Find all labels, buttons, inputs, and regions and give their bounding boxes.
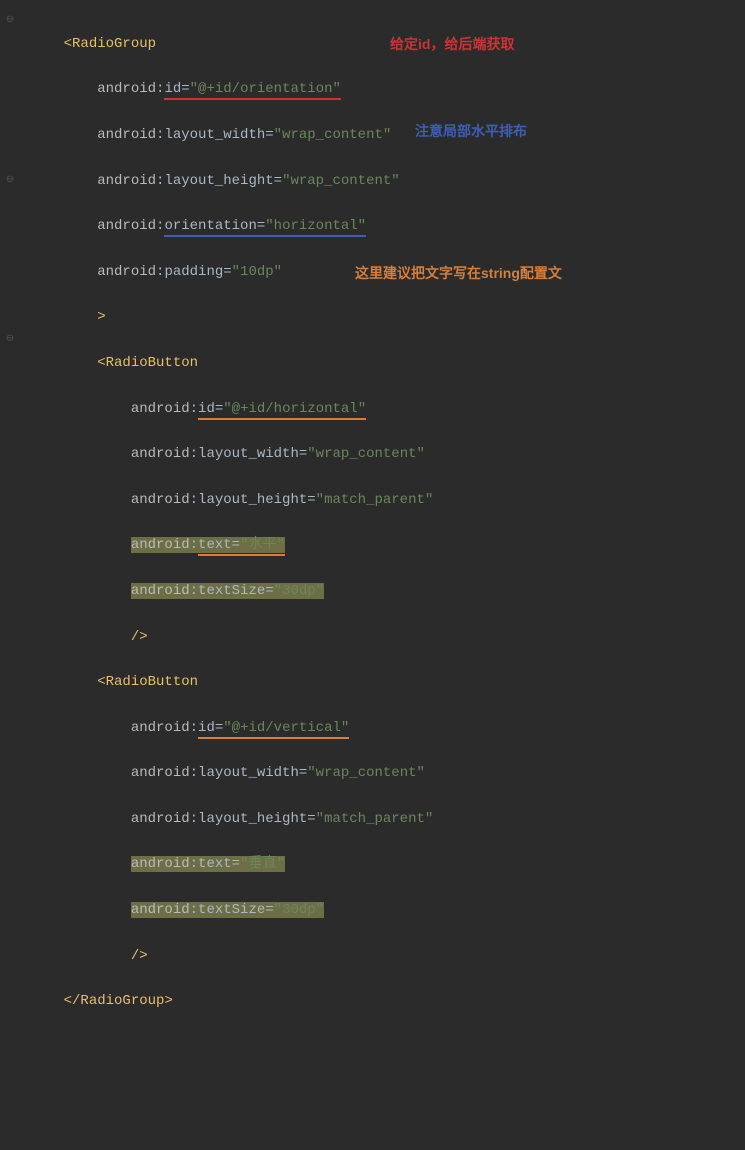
fold-icon[interactable]: ⊖ xyxy=(0,329,20,352)
annotation-id: 给定id，给后端获取 xyxy=(390,33,514,56)
code-area[interactable]: <RadioGroup android:id="@+id/orientation… xyxy=(20,0,433,598)
code-line: android:textSize="30dp" xyxy=(30,899,433,922)
code-line: <RadioGroup xyxy=(30,33,433,56)
code-line: android:layout_width="wrap_content" xyxy=(30,443,433,466)
annotation-orientation: 注意局部水平排布 xyxy=(415,120,527,143)
code-line: android:id="@+id/orientation" xyxy=(30,78,433,101)
code-line: android:text="水平" xyxy=(30,534,433,557)
code-line: </RadioGroup> xyxy=(30,990,433,1013)
code-line: android:orientation="horizontal" xyxy=(30,215,433,238)
annotation-text: 这里建议把文字写在string配置文 xyxy=(355,262,562,285)
code-line: android:id="@+id/vertical" xyxy=(30,717,433,740)
code-line: > xyxy=(30,306,433,329)
code-line: <RadioButton xyxy=(30,671,433,694)
fold-icon[interactable]: ⊖ xyxy=(0,170,20,193)
code-line: /> xyxy=(30,945,433,968)
code-line: android:layout_height="match_parent" xyxy=(30,808,433,831)
code-line: android:layout_width="wrap_content" xyxy=(30,762,433,785)
code-line: /> xyxy=(30,626,433,649)
code-line: android:layout_width="wrap_content" xyxy=(30,124,433,147)
code-line: <RadioButton xyxy=(30,352,433,375)
code-line: android:textSize="30dp" xyxy=(30,580,433,603)
code-editor[interactable]: ⊖ ⊖ ⊖ <RadioGroup android:id="@+id/orien… xyxy=(0,0,745,598)
gutter: ⊖ ⊖ ⊖ xyxy=(0,0,20,598)
fold-icon[interactable]: ⊖ xyxy=(0,10,20,33)
code-line: android:id="@+id/horizontal" xyxy=(30,398,433,421)
code-line: android:text="垂直" xyxy=(30,853,433,876)
code-line: android:layout_height="wrap_content" xyxy=(30,170,433,193)
code-line: android:layout_height="match_parent" xyxy=(30,489,433,512)
